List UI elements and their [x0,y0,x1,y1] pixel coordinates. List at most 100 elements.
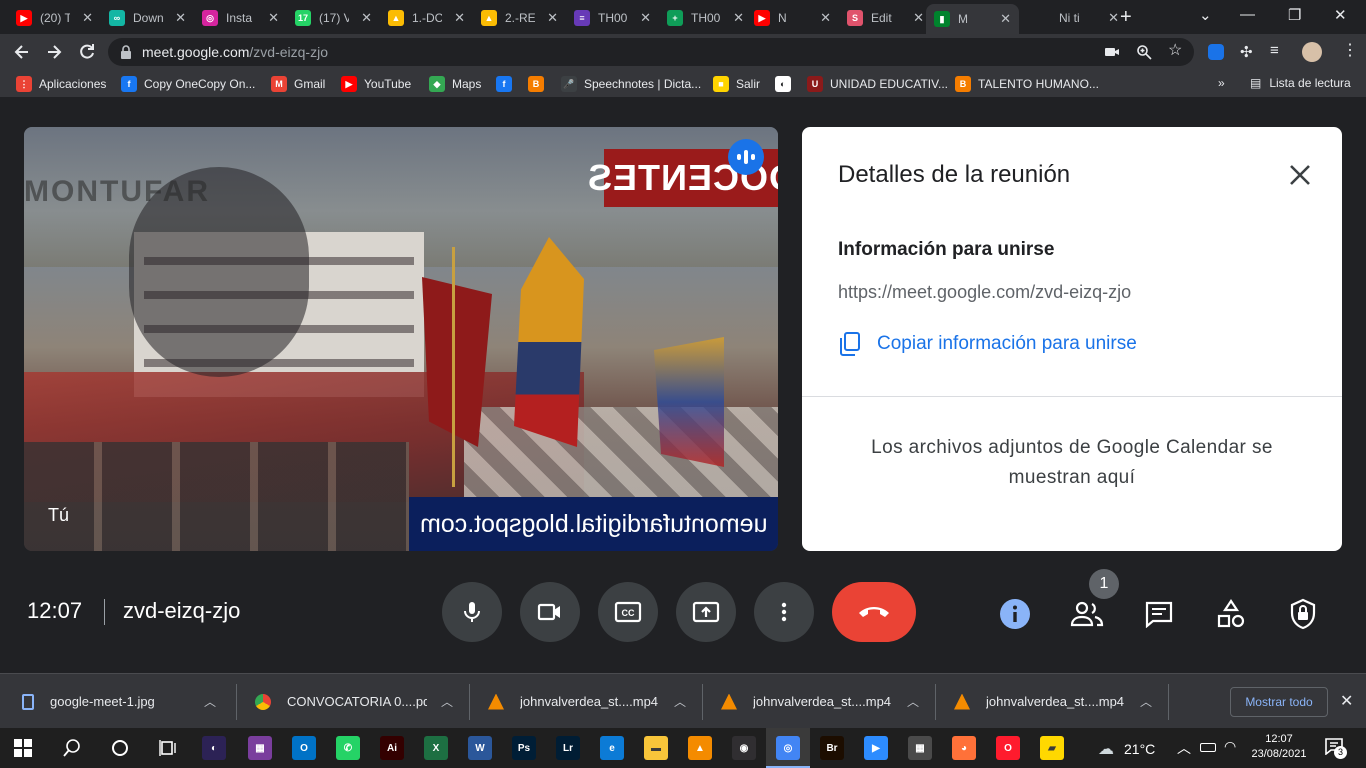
show-all-downloads-button[interactable]: Mostrar todo [1230,687,1328,717]
calculator-icon[interactable]: ▦ [908,736,932,760]
tab-close-icon[interactable]: ✕ [640,10,651,26]
bookmark-item[interactable]: M Gmail [271,76,325,92]
reading-list-button[interactable]: ▤ Lista de lectura [1250,76,1351,90]
download-item[interactable]: johnvalverdea_st....mp4 ︿ [488,674,688,729]
browser-tab[interactable]: + TH00 ✕ [659,4,752,32]
leave-call-button[interactable] [832,582,916,642]
winrar-icon[interactable]: ▦ [248,736,272,760]
bookmark-item[interactable]: 🎤 Speechnotes | Dicta... [561,76,701,92]
search-button[interactable] [62,738,82,758]
camera-button[interactable] [520,582,580,642]
task-view-button[interactable] [158,738,178,758]
tab-close-icon[interactable]: ✕ [268,10,279,26]
host-controls-button[interactable] [1283,594,1323,634]
browser-tab[interactable]: 17 (17) V ✕ [287,4,380,32]
zoom-icon[interactable] [1136,44,1152,60]
download-item[interactable]: CONVOCATORIA 0....pdf ︿ [255,674,455,729]
download-options-chevron-icon[interactable]: ︿ [674,693,686,710]
participants-button[interactable] [1067,594,1107,634]
cortana-button[interactable] [110,738,130,758]
close-panel-button[interactable] [1286,161,1314,189]
browser-tab[interactable]: Ni ti ✕ [1027,4,1127,32]
whatsapp-icon[interactable]: ✆ [336,736,360,760]
clock[interactable]: 12:07 23/08/2021 [1250,732,1308,762]
action-center-button[interactable]: 3 [1324,737,1348,759]
download-item[interactable]: johnvalverdea_st....mp4 ︿ [721,674,921,729]
copy-join-info-button[interactable]: Copiar información para unirse [838,329,1137,359]
microphone-button[interactable] [442,582,502,642]
bookmark-item[interactable]: ◆ Maps [429,76,481,92]
bookmark-item[interactable]: B [528,76,551,92]
tab-close-icon[interactable]: ✕ [454,10,465,26]
back-button[interactable] [12,42,32,62]
profile-avatar[interactable] [1302,42,1322,62]
obs-icon[interactable]: ◉ [732,736,756,760]
zoom-icon[interactable]: ▶ [864,736,888,760]
start-button[interactable] [14,739,32,757]
tab-close-icon[interactable]: ✕ [82,10,93,26]
new-tab-button[interactable]: + [1120,6,1132,29]
bookmark-item[interactable]: U UNIDAD EDUCATIV... [807,76,948,92]
bridge-icon[interactable]: Br [820,736,844,760]
excel-icon[interactable]: X [424,736,448,760]
outlook-icon[interactable]: O [292,736,316,760]
bookmark-item[interactable]: ■ Salir [713,76,760,92]
address-bar[interactable]: meet.google.com/zvd-eizq-zjo ☆ [108,38,1194,66]
tab-close-icon[interactable]: ✕ [361,10,372,26]
tab-close-icon[interactable]: ✕ [1108,10,1119,26]
minimize-button[interactable]: — [1240,6,1255,23]
chrome-menu-icon[interactable]: ⋮ [1342,40,1358,60]
download-options-chevron-icon[interactable]: ︿ [1140,693,1152,710]
battery-icon[interactable] [1200,743,1216,752]
chrome-icon[interactable]: ◎ [776,736,800,760]
close-downloads-bar-icon[interactable]: ✕ [1340,691,1353,711]
bookmark-star-icon[interactable]: ☆ [1168,43,1184,59]
tab-search-button[interactable]: ⌄ [1199,6,1212,24]
browser-tab[interactable]: ≡ TH00 ✕ [566,4,659,32]
media-control-icon[interactable]: ≡ [1270,42,1279,59]
explorer-icon[interactable]: ▬ [644,736,668,760]
lightroom-icon[interactable]: Lr [556,736,580,760]
download-item[interactable]: johnvalverdea_st....mp4 ︿ [954,674,1154,729]
extension-blue-icon[interactable] [1208,44,1224,60]
activities-button[interactable] [1211,594,1251,634]
sticky-notes-icon[interactable]: ▰ [1040,736,1064,760]
word-icon[interactable]: W [468,736,492,760]
browser-tab[interactable]: ▲ 1.-DC ✕ [380,4,473,32]
edge-icon[interactable]: e [600,736,624,760]
meeting-details-button[interactable] [995,594,1035,634]
maximize-button[interactable]: ❐ [1288,6,1301,24]
weather-widget[interactable]: ☁ 21°C [1098,739,1155,759]
tab-close-icon[interactable]: ✕ [547,10,558,26]
browser-tab[interactable]: ◎ Insta ✕ [194,4,287,32]
bookmarks-overflow-button[interactable]: » [1218,76,1225,90]
bookmark-item[interactable]: ⋮ Aplicaciones [16,76,106,92]
bookmark-item[interactable]: ◐ [775,76,798,92]
browser-tab[interactable]: S Edit ✕ [839,4,932,32]
camera-indicator-icon[interactable] [1104,44,1120,60]
chat-button[interactable] [1139,594,1179,634]
vlc-icon[interactable]: ▲ [688,736,712,760]
reload-button[interactable] [77,42,97,62]
browser-tab[interactable]: ▲ 2.-RE ✕ [473,4,566,32]
firefox-icon[interactable]: ◕ [952,736,976,760]
captions-button[interactable]: CC [598,582,658,642]
more-options-button[interactable] [754,582,814,642]
wifi-icon[interactable]: ◠ [1224,738,1236,755]
tab-close-icon[interactable]: ✕ [820,10,831,26]
show-hidden-icons-button[interactable]: ︿ [1177,738,1191,758]
browser-tab[interactable]: ∞ Down ✕ [101,4,194,32]
download-options-chevron-icon[interactable]: ︿ [907,693,919,710]
bookmark-item[interactable]: f Copy OneCopy On... [121,76,255,92]
bookmark-item[interactable]: B TALENTO HUMANO... [955,76,1099,92]
bookmark-item[interactable]: f [496,76,519,92]
opera-icon[interactable]: O [996,736,1020,760]
tab-close-icon[interactable]: ✕ [913,10,924,26]
extensions-puzzle-icon[interactable]: ✣ [1240,43,1253,61]
bookmark-item[interactable]: ▶ YouTube [341,76,411,92]
present-screen-button[interactable] [676,582,736,642]
close-window-button[interactable]: ✕ [1334,6,1347,24]
download-options-chevron-icon[interactable]: ︿ [204,693,216,710]
eclipse-icon[interactable]: ◐ [202,736,226,760]
tab-close-icon[interactable]: ✕ [175,10,186,26]
